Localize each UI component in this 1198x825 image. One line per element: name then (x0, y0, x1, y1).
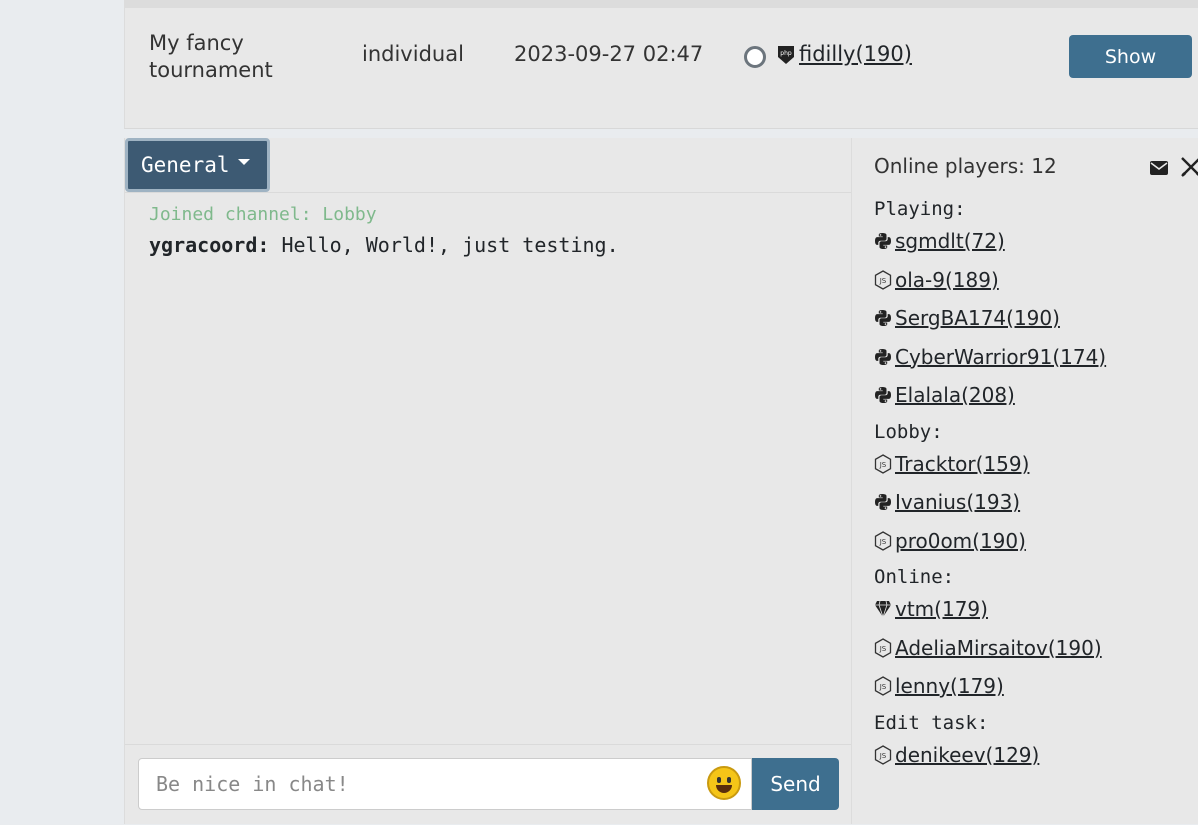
python-icon (874, 308, 892, 328)
emoji-mouth (716, 785, 732, 793)
message-author[interactable]: ygracoord: (149, 233, 269, 257)
tournament-name: My fancy tournament (149, 31, 273, 82)
tournament-card: My fancy tournament individual 2023-09-2… (124, 0, 1198, 129)
js-icon: JS (874, 269, 892, 290)
players-panel: Online players: 12 Playing: sgmdlt(72) JS o… (851, 138, 1198, 824)
player-link[interactable]: denikeev(129) (895, 743, 1039, 767)
tournament-creator-link[interactable]: fidilly(190) (799, 42, 912, 66)
emoji-eye (717, 777, 721, 783)
svg-text:JS: JS (879, 752, 887, 760)
emoji-eye (727, 777, 731, 783)
left-gutter (0, 0, 124, 824)
svg-text:JS: JS (879, 683, 887, 691)
show-button[interactable]: Show (1069, 35, 1192, 78)
channel-label: General (141, 153, 230, 177)
channel-dropdown[interactable]: General (125, 138, 270, 192)
player-item: CyberWarrior91(174) (874, 342, 1106, 372)
player-item: Ivanius(193) (874, 487, 1020, 517)
group-label: Online: (874, 566, 955, 588)
chat-input[interactable] (138, 758, 752, 810)
player-link[interactable]: SergBA174(190) (895, 306, 1060, 330)
tournament-type: individual (362, 42, 464, 66)
player-link[interactable]: pro0om(190) (895, 529, 1026, 553)
python-icon (874, 492, 892, 512)
player-link[interactable]: ola-9(189) (895, 268, 999, 292)
player-item: JS ola-9(189) (874, 265, 999, 295)
js-icon: JS (874, 676, 892, 696)
player-link[interactable]: sgmdlt(72) (895, 229, 1005, 253)
player-item: JS denikeev(129) (874, 740, 1039, 770)
group-label: Edit task: (874, 711, 989, 734)
js-icon: JS (874, 530, 892, 551)
php-icon: php (777, 45, 795, 69)
js-icon: JS (874, 637, 892, 658)
player-item: vtm(179) (874, 594, 988, 624)
emoji-picker-icon[interactable] (707, 766, 741, 800)
tournament-status-indicator (744, 46, 766, 68)
player-link[interactable]: Elalala(208) (895, 383, 1015, 407)
mail-icon[interactable] (1150, 160, 1168, 179)
group-label: Playing: (874, 198, 966, 220)
caret-down-icon (237, 159, 250, 165)
send-button[interactable]: Send (752, 758, 839, 810)
player-item: JS lenny(179) (874, 671, 1004, 701)
player-item: JS Tracktor(159) (874, 449, 1029, 479)
card-top-bar (125, 0, 1198, 8)
player-link[interactable]: CyberWarrior91(174) (895, 345, 1106, 369)
player-item: JS AdeliaMirsaitov(190) (874, 633, 1102, 663)
svg-text:JS: JS (879, 277, 887, 285)
system-message: Joined channel: Lobby (149, 204, 377, 225)
svg-text:php: php (780, 50, 792, 57)
svg-text:JS: JS (879, 538, 887, 546)
tournament-date: 2023-09-27 02:47 (514, 42, 704, 66)
online-players-count: Online players: 12 (874, 154, 1057, 178)
group-label: Lobby: (874, 420, 943, 443)
chat-panel: General Joined channel: Lobby ygracoord:… (124, 138, 852, 824)
message-text: Hello, World!, just testing. (281, 233, 619, 257)
player-item: Elalala(208) (874, 380, 1015, 410)
player-link[interactable]: lenny(179) (895, 674, 1004, 698)
python-icon (874, 347, 892, 367)
python-icon (874, 385, 892, 405)
python-icon (874, 231, 892, 251)
player-item: sgmdlt(72) (874, 226, 1005, 256)
player-item: SergBA174(190) (874, 303, 1060, 333)
player-link[interactable]: AdeliaMirsaitov(190) (895, 636, 1102, 660)
svg-text:JS: JS (879, 645, 887, 653)
js-icon: JS (874, 453, 892, 474)
divider (125, 192, 852, 193)
chat-message: ygracoord: Hello, World!, just testing. (149, 233, 619, 257)
ruby-icon (874, 599, 892, 619)
player-link[interactable]: Tracktor(159) (895, 452, 1029, 476)
player-link[interactable]: Ivanius(193) (895, 490, 1020, 514)
chat-input-area: Send (125, 744, 852, 825)
svg-text:JS: JS (879, 461, 887, 469)
crossed-swords-icon[interactable] (1180, 156, 1198, 182)
player-link[interactable]: vtm(179) (895, 597, 988, 621)
js-icon: JS (874, 744, 892, 765)
player-item: JS pro0om(190) (874, 526, 1026, 556)
